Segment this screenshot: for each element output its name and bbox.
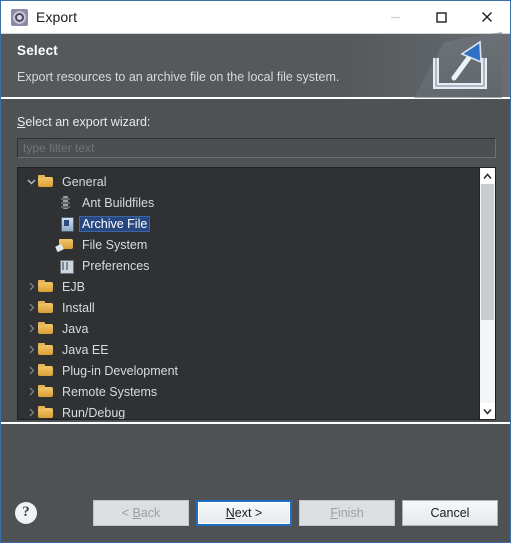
minimize-button[interactable] — [372, 1, 418, 34]
preferences-icon — [58, 258, 74, 274]
tree-item-archive-file[interactable]: Archive File — [18, 213, 479, 234]
next-button[interactable]: Next > — [196, 499, 292, 526]
export-wizard-tree[interactable]: General Ant Buildfiles Archive File File Sy… — [17, 167, 496, 420]
back-button: < Back — [93, 499, 189, 526]
window-title: Export — [36, 9, 78, 25]
chevron-right-icon[interactable] — [24, 408, 38, 417]
select-wizard-label: Select an export wizard: — [17, 115, 496, 129]
export-wizard-dialog: Export Select Export resources to an arc… — [0, 0, 511, 543]
folder-icon — [38, 405, 54, 419]
file-system-icon — [58, 237, 74, 252]
eclipse-export-icon — [11, 8, 28, 26]
cancel-button[interactable]: Cancel — [402, 499, 498, 526]
export-arrow-icon — [414, 32, 502, 98]
tree-item-plug-in-development[interactable]: Plug-in Development — [18, 360, 479, 381]
tree-item-label: Remote Systems — [62, 384, 158, 399]
button-label: < Back — [121, 505, 161, 520]
chevron-right-icon[interactable] — [24, 303, 38, 312]
dialog-footer: ? < Back Next > Finish Cancel — [1, 483, 510, 542]
close-button[interactable] — [464, 1, 510, 34]
tree-rows: General Ant Buildfiles Archive File File Sy… — [18, 168, 479, 419]
scrollbar-track[interactable] — [480, 184, 495, 403]
folder-icon — [38, 384, 54, 399]
dialog-body: Select an export wizard: type filter tex… — [1, 99, 510, 483]
tree-item-run-debug[interactable]: Run/Debug — [18, 402, 479, 419]
tree-item-label: EJB — [62, 279, 85, 294]
title-bar: Export — [1, 1, 510, 34]
tree-item-label: Plug-in Development — [62, 363, 179, 378]
tree-item-java[interactable]: Java — [18, 318, 479, 339]
chevron-right-icon[interactable] — [24, 282, 38, 291]
tree-item-ant-buildfiles[interactable]: Ant Buildfiles — [18, 192, 479, 213]
scroll-down-button[interactable] — [480, 403, 495, 419]
folder-icon — [38, 174, 54, 189]
footer-buttons: < Back Next > Finish Cancel — [93, 499, 498, 526]
finish-button: Finish — [299, 499, 395, 526]
tree-item-label: Java EE — [62, 342, 109, 357]
folder-icon — [38, 279, 54, 294]
folder-icon — [38, 321, 54, 336]
chevron-right-icon[interactable] — [24, 366, 38, 375]
scrollbar-thumb[interactable] — [481, 184, 494, 320]
archive-file-icon — [58, 216, 74, 232]
tree-item-preferences[interactable]: Preferences — [18, 255, 479, 276]
filter-input[interactable]: type filter text — [17, 138, 496, 158]
tree-item-label: General — [62, 174, 107, 189]
footer-separator — [1, 422, 510, 424]
folder-icon — [38, 342, 54, 357]
tree-item-label: Ant Buildfiles — [82, 195, 155, 210]
chevron-right-icon[interactable] — [24, 387, 38, 396]
tree-item-label: Archive File — [79, 215, 151, 232]
help-icon[interactable]: ? — [15, 501, 37, 524]
scroll-up-button[interactable] — [480, 168, 495, 184]
chevron-right-icon[interactable] — [24, 324, 38, 333]
button-label: Finish — [330, 505, 364, 520]
folder-icon — [38, 300, 54, 315]
select-wizard-label-rest: elect an export wizard: — [25, 115, 151, 129]
folder-icon — [38, 363, 54, 378]
chevron-down-icon[interactable] — [24, 177, 38, 186]
ant-buildfile-icon — [58, 195, 74, 210]
button-label: Next > — [225, 505, 263, 520]
button-label: Cancel — [430, 505, 470, 520]
maximize-button[interactable] — [418, 1, 464, 34]
tree-item-remote-systems[interactable]: Remote Systems — [18, 381, 479, 402]
tree-item-java-ee[interactable]: Java EE — [18, 339, 479, 360]
tree-item-label: Java — [62, 321, 89, 336]
filter-input-placeholder: type filter text — [23, 141, 95, 155]
tree-scrollbar[interactable] — [479, 168, 495, 419]
window-controls — [372, 1, 510, 34]
wizard-banner: Select Export resources to an archive fi… — [1, 32, 510, 99]
tree-item-label: File System — [82, 237, 148, 252]
tree-item-file-system[interactable]: File System — [18, 234, 479, 255]
tree-item-ejb[interactable]: EJB — [18, 276, 479, 297]
tree-item-label: Run/Debug — [62, 405, 126, 420]
tree-item-general[interactable]: General — [18, 171, 479, 192]
chevron-right-icon[interactable] — [24, 345, 38, 354]
tree-item-install[interactable]: Install — [18, 297, 479, 318]
tree-item-label: Install — [62, 300, 95, 315]
tree-item-label: Preferences — [82, 258, 150, 273]
